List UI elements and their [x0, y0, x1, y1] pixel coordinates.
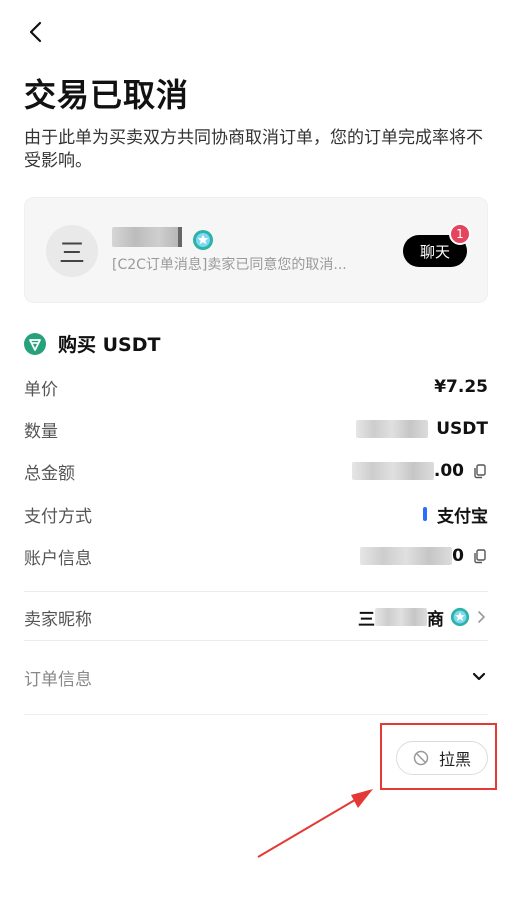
seller-name-start: 三 [358, 609, 375, 630]
quantity-row: 数量 USDT [24, 414, 488, 444]
alipay-indicator [423, 507, 427, 521]
order-section-header: 购买 USDT [24, 330, 160, 357]
account-info-suffix: 0 [452, 546, 464, 566]
redacted-amount [356, 420, 429, 438]
row-label: 账户信息 [24, 548, 92, 569]
row-label: 数量 [24, 421, 58, 442]
verified-merchant-icon [193, 230, 213, 250]
quantity-unit: USDT [436, 419, 488, 439]
quantity-value: USDT [356, 419, 488, 439]
row-label: 总金额 [24, 463, 75, 484]
account-info-value: 0 [360, 546, 488, 566]
divider [24, 591, 488, 592]
order-info-label: 订单信息 [24, 669, 92, 690]
seller-name-end: 商 [427, 609, 444, 630]
redacted-amount [351, 462, 434, 480]
total-amount-row: 总金额 .00 [24, 456, 488, 486]
verified-merchant-icon [450, 607, 470, 627]
chevron-down-icon[interactable] [470, 668, 488, 686]
payment-method-value: 支付宝 [423, 502, 488, 527]
seller-nickname-value: 三 商 [358, 605, 488, 630]
redacted-account [360, 547, 453, 565]
copy-icon[interactable] [472, 463, 488, 479]
row-label: 支付方式 [24, 506, 92, 527]
seller-name-redacted [112, 227, 182, 247]
redaction-mark [178, 227, 182, 247]
total-amount-value: .00 [351, 461, 488, 481]
divider [24, 640, 488, 641]
unread-badge: 1 [449, 223, 471, 245]
payment-method-row: 支付方式 支付宝 [24, 499, 488, 529]
unit-price-row: 单价 ¥7.25 [24, 372, 488, 402]
cancel-description: 由于此单为买卖双方共同协商取消订单，您的订单完成率将不受影响。 [24, 128, 483, 171]
chevron-right-icon [478, 611, 486, 623]
chevron-left-icon[interactable] [22, 18, 50, 46]
total-amount-suffix: .00 [433, 461, 464, 481]
usdt-icon [24, 332, 46, 355]
chat-card[interactable]: 三 [C2C订单消息]卖家已同意您的取消... 聊天 1 [24, 197, 488, 303]
order-section-title: 购买 USDT [58, 334, 161, 356]
redacted-seller-name [375, 608, 427, 626]
chat-last-message: [C2C订单消息]卖家已同意您的取消... [112, 257, 347, 273]
unit-price-value: ¥7.25 [434, 377, 488, 397]
divider [24, 714, 488, 715]
avatar: 三 [46, 225, 98, 277]
seller-nickname-row[interactable]: 卖家昵称 三 商 [24, 602, 488, 632]
page-title: 交易已取消 [24, 76, 190, 114]
row-label: 卖家昵称 [24, 609, 92, 630]
order-info-toggle[interactable]: 订单信息 [24, 662, 488, 692]
account-info-row: 账户信息 0 [24, 541, 488, 571]
copy-icon[interactable] [472, 548, 488, 564]
row-label: 单价 [24, 379, 58, 400]
payment-method-name: 支付宝 [437, 506, 488, 527]
annotation-highlight-box [380, 723, 497, 790]
